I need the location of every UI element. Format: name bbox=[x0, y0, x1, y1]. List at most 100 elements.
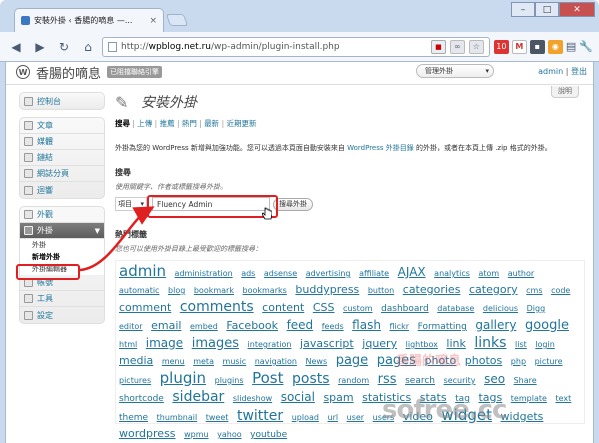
tag-link[interactable]: affiliate bbox=[359, 269, 389, 278]
tag-link[interactable]: tweet bbox=[206, 413, 229, 422]
tag-link[interactable]: user bbox=[347, 413, 364, 422]
tag-link[interactable]: menu bbox=[162, 357, 185, 366]
tag-link[interactable]: analytics bbox=[434, 269, 470, 278]
tag-link[interactable]: rss bbox=[378, 372, 397, 387]
tag-link[interactable]: music bbox=[223, 357, 247, 366]
subnav-popular[interactable]: 熱門 bbox=[182, 119, 197, 128]
subnav-newest[interactable]: 最新 bbox=[204, 119, 219, 128]
tag-link[interactable]: wordpress bbox=[119, 427, 176, 440]
tag-link[interactable]: javascript bbox=[300, 337, 354, 350]
address-bar[interactable]: http://wpblog.net.ru/wp-admin/plugin-ins… bbox=[102, 36, 490, 57]
notification-badge-icon[interactable]: 10 bbox=[493, 39, 509, 54]
tag-link[interactable]: email bbox=[151, 319, 181, 332]
tag-link[interactable]: feed bbox=[287, 318, 314, 332]
tag-link[interactable]: cms bbox=[526, 286, 542, 295]
tag-link[interactable]: page bbox=[336, 353, 368, 368]
sidebar-item-plugins[interactable]: 外掛 ▼ bbox=[20, 223, 104, 239]
url-text[interactable]: http://wpblog.net.ru/wp-admin/plugin-ins… bbox=[121, 42, 427, 52]
tag-link[interactable]: seo bbox=[484, 372, 505, 386]
tag-link[interactable]: links bbox=[474, 335, 506, 351]
tag-link[interactable]: security bbox=[444, 376, 476, 385]
logout-link[interactable]: 登出 bbox=[571, 67, 587, 76]
tag-link[interactable]: feeds bbox=[322, 322, 344, 331]
tag-link[interactable]: flash bbox=[352, 318, 381, 332]
tag-link[interactable]: Digg bbox=[527, 304, 546, 313]
tag-link[interactable]: Post bbox=[252, 369, 283, 387]
tag-link[interactable]: button bbox=[368, 286, 394, 295]
sidebar-item-tools[interactable]: 工具 bbox=[20, 291, 104, 307]
tag-link[interactable]: posts bbox=[292, 371, 330, 387]
tag-link[interactable]: wpmu bbox=[184, 430, 208, 439]
tag-link[interactable]: atom bbox=[478, 269, 499, 278]
tab-close-icon[interactable]: × bbox=[149, 16, 157, 26]
tag-link[interactable]: integration bbox=[248, 340, 292, 349]
tag-link[interactable]: theme bbox=[119, 413, 148, 423]
reload-icon[interactable]: ↻ bbox=[54, 37, 74, 57]
tag-link[interactable]: author bbox=[508, 269, 534, 278]
tag-link[interactable]: image bbox=[146, 336, 183, 350]
tag-link[interactable]: html bbox=[119, 340, 137, 349]
back-arrow-icon[interactable]: ◀ bbox=[6, 37, 26, 57]
rss-icon[interactable]: ◉ bbox=[547, 39, 563, 54]
star-icon[interactable]: ☆ bbox=[468, 39, 484, 54]
tag-link[interactable]: News bbox=[306, 357, 328, 366]
tag-link[interactable]: database bbox=[437, 304, 474, 313]
tag-link[interactable]: google bbox=[525, 318, 569, 333]
tag-link[interactable]: shortcode bbox=[119, 394, 164, 404]
tag-link[interactable]: photos bbox=[465, 354, 502, 367]
sidebar-item-media[interactable]: 媒體 bbox=[20, 134, 104, 150]
tag-link[interactable]: navigation bbox=[255, 357, 297, 366]
minimize-icon[interactable]: – bbox=[511, 2, 535, 17]
tag-link[interactable]: template bbox=[511, 394, 547, 403]
tag-link[interactable]: picture bbox=[535, 357, 563, 366]
tag-link[interactable]: adsense bbox=[264, 269, 297, 278]
tag-link[interactable]: delicious bbox=[483, 304, 518, 313]
tag-link[interactable]: editor bbox=[119, 322, 143, 331]
tag-link[interactable]: text bbox=[555, 394, 571, 403]
tag-link[interactable]: dashboard bbox=[381, 304, 429, 314]
tag-link[interactable]: link bbox=[446, 337, 465, 350]
tag-link[interactable]: lightbox bbox=[406, 340, 438, 349]
site-name[interactable]: 香腸的嘀息 bbox=[36, 63, 101, 82]
tag-link[interactable]: CSS bbox=[313, 301, 335, 314]
tag-link[interactable]: url bbox=[328, 413, 339, 422]
sidebar-item-appearance[interactable]: 外觀 bbox=[20, 207, 104, 223]
tag-link[interactable]: media bbox=[119, 354, 153, 367]
tag-link[interactable]: search bbox=[405, 376, 435, 386]
sidebar-item-comments[interactable]: 迴響 bbox=[20, 182, 104, 198]
tag-link[interactable]: pictures bbox=[119, 376, 151, 385]
tag-link[interactable]: blog bbox=[168, 286, 185, 295]
tag-link[interactable]: AJAX bbox=[398, 265, 426, 279]
tag-link[interactable]: twitter bbox=[237, 408, 283, 424]
tag-link[interactable]: buddypress bbox=[295, 283, 359, 296]
tag-link[interactable]: custom bbox=[343, 304, 372, 313]
tag-link[interactable]: bookmarks bbox=[243, 286, 287, 295]
tag-link[interactable]: comments bbox=[180, 299, 254, 315]
tag-link[interactable]: yahoo bbox=[217, 430, 242, 439]
gmail-icon[interactable]: M bbox=[511, 39, 527, 54]
subnav-search[interactable]: 搜尋 bbox=[115, 119, 130, 128]
subnav-updated[interactable]: 近期更新 bbox=[226, 119, 256, 128]
home-icon[interactable]: ⌂ bbox=[78, 37, 98, 57]
tag-link[interactable]: plugins bbox=[215, 376, 244, 385]
tag-link[interactable]: ads bbox=[241, 269, 255, 278]
tag-link[interactable]: gallery bbox=[475, 318, 516, 332]
tag-link[interactable]: administration bbox=[175, 269, 233, 278]
tag-link[interactable]: advertising bbox=[306, 269, 351, 278]
plugin-directory-link[interactable]: WordPress 外掛目錄 bbox=[347, 144, 414, 152]
tag-link[interactable]: list bbox=[515, 340, 527, 349]
extension-icon[interactable]: ▪ bbox=[529, 39, 545, 54]
tag-link[interactable]: sidebar bbox=[172, 389, 224, 405]
tag-link[interactable]: plugin bbox=[160, 369, 206, 387]
tag-link[interactable]: widgets bbox=[501, 410, 544, 423]
tag-link[interactable]: content bbox=[262, 301, 304, 314]
wrench-icon[interactable]: 🔧 bbox=[579, 40, 593, 53]
tag-link[interactable]: Formatting bbox=[418, 322, 467, 332]
tag-link[interactable]: slideshow bbox=[233, 394, 272, 403]
favorites-dropdown[interactable]: 管理外掛 ▾ bbox=[416, 64, 494, 78]
browser-tab[interactable]: 安裝外掛 ‹ 香腸的嘀息 —... × bbox=[14, 8, 164, 32]
subnav-upload[interactable]: 上傳 bbox=[137, 119, 152, 128]
submenu-add-new[interactable]: 新增外掛 bbox=[20, 251, 104, 263]
flag-icon[interactable]: ■ bbox=[430, 39, 446, 54]
username-link[interactable]: admin bbox=[538, 67, 563, 76]
